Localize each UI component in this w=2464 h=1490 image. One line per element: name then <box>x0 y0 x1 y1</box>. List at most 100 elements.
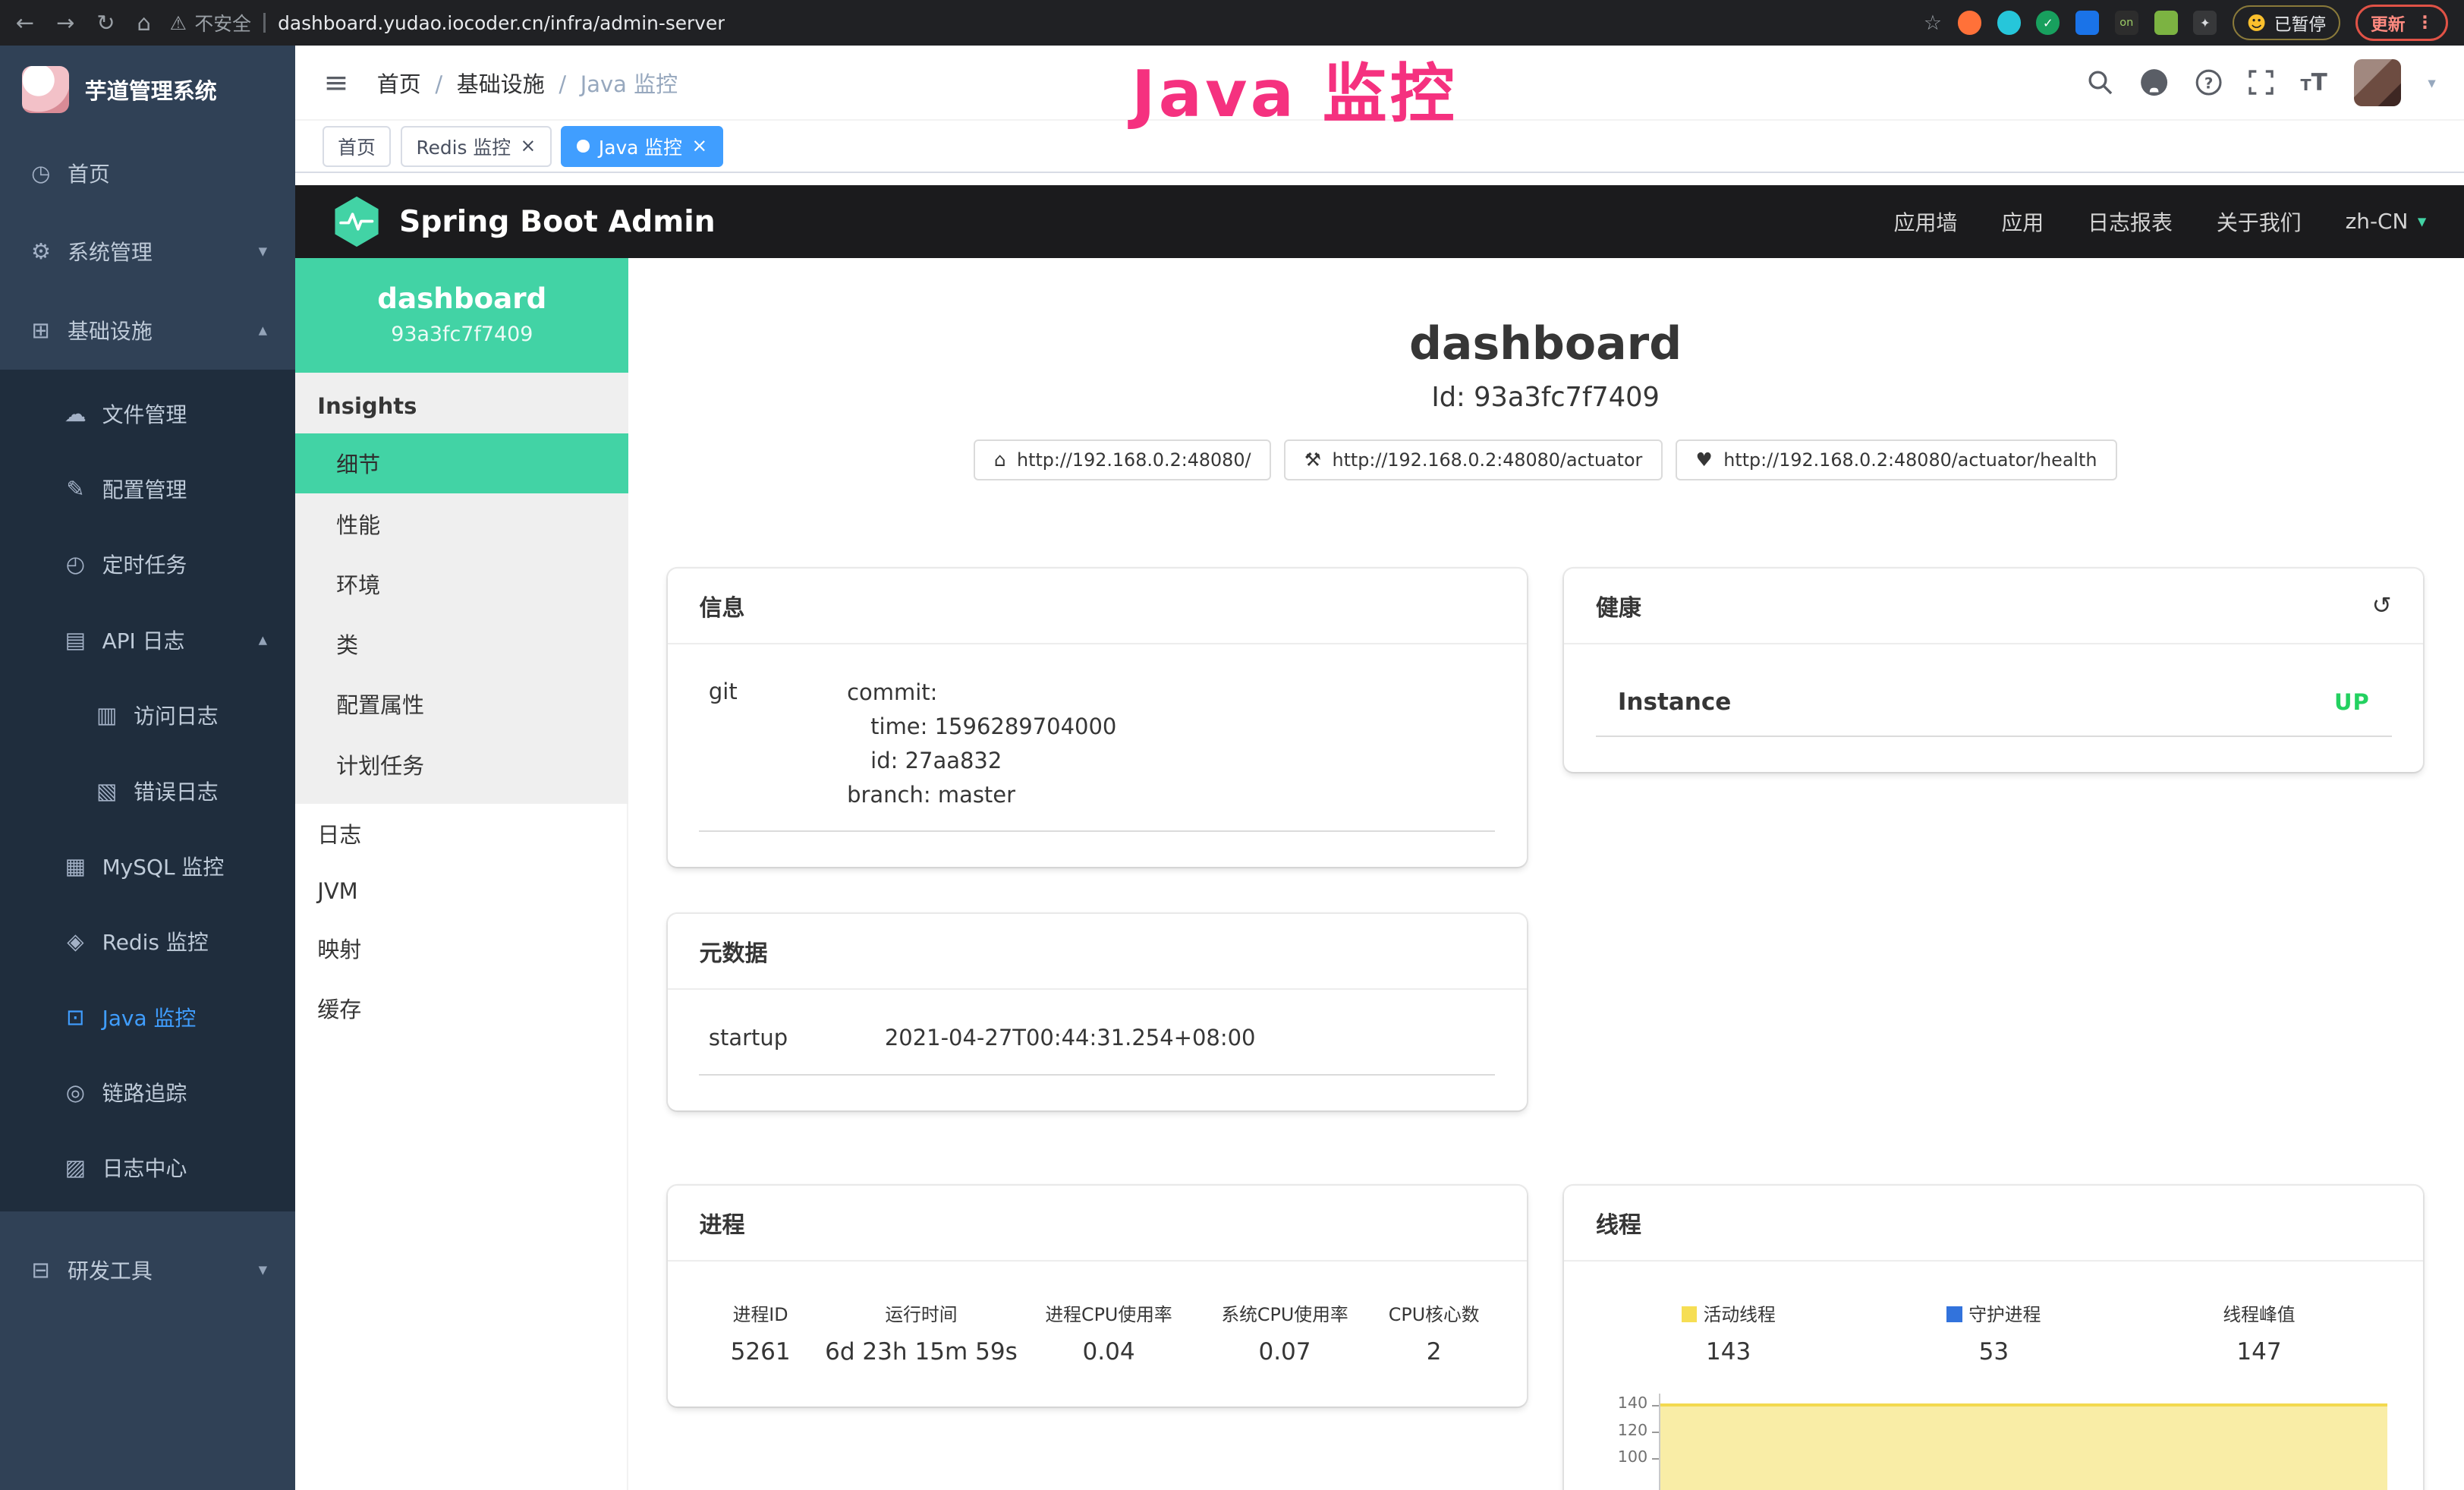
extension-icon-7[interactable]: ✦ <box>2193 11 2217 34</box>
sba-item-scheduled-tasks[interactable]: 计划任务 <box>295 734 628 794</box>
infrastructure-submenu: ☁ 文件管理 ✎ 配置管理 ◴ 定时任务 ▤ API 日志 ▴ ▥ <box>0 370 295 1212</box>
sba-item-classes[interactable]: 类 <box>295 613 628 673</box>
sba-item-environment[interactable]: 环境 <box>295 553 628 613</box>
help-icon[interactable]: ? <box>2195 69 2222 96</box>
process-uptime-value: 6d 23h 15m 59s <box>822 1329 1021 1372</box>
collapse-sidebar-icon[interactable]: ≡ <box>324 65 349 100</box>
home-icon[interactable]: ⌂ <box>137 10 151 36</box>
app-logo[interactable]: 芋道管理系统 <box>0 46 295 134</box>
github-icon[interactable] <box>2140 68 2168 96</box>
sidebar-item-config-mgmt[interactable]: ✎ 配置管理 <box>0 451 295 526</box>
back-icon[interactable]: ← <box>16 10 34 36</box>
health-url-button[interactable]: ♥ http://192.168.0.2:48080/actuator/heal… <box>1676 439 2118 480</box>
update-label: 更新 <box>2371 11 2406 36</box>
sba-item-details[interactable]: 细节 <box>295 433 628 493</box>
sidebar-item-file-mgmt[interactable]: ☁ 文件管理 <box>0 376 295 451</box>
sba-header: Spring Boot Admin 应用墙 应用 日志报表 关于我们 zh-CN… <box>295 185 2464 257</box>
sidebar-item-label: MySQL 监控 <box>102 851 225 881</box>
extension-icon-2[interactable] <box>1997 11 2021 34</box>
chevron-up-icon: ▴ <box>259 320 267 340</box>
breadcrumb-home[interactable]: 首页 <box>377 67 421 99</box>
peak-threads-value: 147 <box>2126 1329 2392 1372</box>
chevron-down-icon[interactable]: ▾ <box>2428 74 2435 92</box>
sidebar-item-label: 首页 <box>68 158 110 188</box>
sidebar-item-java-monitor[interactable]: ⊡ Java 监控 <box>0 979 295 1054</box>
tab-home[interactable]: 首页 <box>323 126 392 167</box>
sidebar-item-label: Redis 监控 <box>102 926 209 956</box>
metadata-card: 元数据 startup 2021-04-27T00:44:31.254+08:0… <box>668 914 1527 1110</box>
git-id-line: id: 27aa832 <box>847 744 1486 778</box>
history-icon[interactable]: ↺ <box>2372 592 2392 619</box>
sidebar-item-scheduled-tasks[interactable]: ◴ 定时任务 <box>0 527 295 602</box>
redis-icon: ◈ <box>63 928 88 954</box>
extension-icon-1[interactable] <box>1958 11 1981 34</box>
close-icon[interactable]: × <box>520 137 536 156</box>
url-text[interactable]: dashboard.yudao.iocoder.cn/infra/admin-s… <box>278 12 725 34</box>
sidebar-item-label: 文件管理 <box>102 398 187 429</box>
sba-nav-applications[interactable]: 应用 <box>2001 206 2044 237</box>
chevron-up-icon: ▴ <box>259 630 267 650</box>
breadcrumb-infrastructure[interactable]: 基础设施 <box>421 67 545 99</box>
service-url-button[interactable]: ⌂ http://192.168.0.2:48080/ <box>974 439 1271 480</box>
close-icon[interactable]: × <box>691 137 707 156</box>
sidebar-item-redis-monitor[interactable]: ◈ Redis 监控 <box>0 904 295 979</box>
sba-item-caches[interactable]: 缓存 <box>295 978 628 1038</box>
bookmark-star-icon[interactable]: ☆ <box>1924 11 1942 35</box>
process-pid-value: 5261 <box>699 1329 821 1372</box>
spring-boot-admin: Spring Boot Admin 应用墙 应用 日志报表 关于我们 zh-CN… <box>295 185 2464 1490</box>
sba-item-jvm[interactable]: JVM <box>295 864 628 918</box>
infrastructure-icon: ⊞ <box>28 317 53 343</box>
extension-icon-5[interactable]: on <box>2115 11 2138 34</box>
extension-icon-6[interactable] <box>2154 11 2178 34</box>
update-button[interactable]: 更新 ⋮ <box>2355 5 2448 40</box>
threads-card-title: 线程 <box>1564 1186 2423 1262</box>
sidebar-item-label: 定时任务 <box>102 549 187 579</box>
reload-icon[interactable]: ↻ <box>96 10 115 36</box>
log-center-icon: ▨ <box>63 1155 88 1180</box>
sidebar-item-infrastructure[interactable]: ⊞ 基础设施 ▴ <box>0 291 295 370</box>
sba-item-mappings[interactable]: 映射 <box>295 918 628 978</box>
sba-logo-icon[interactable] <box>333 197 380 247</box>
extension-icon-3[interactable]: ✓ <box>2036 11 2060 34</box>
kebab-menu-icon[interactable]: ⋮ <box>2416 13 2434 33</box>
sba-item-logs[interactable]: 日志 <box>295 804 628 864</box>
sidebar-item-error-logs[interactable]: ▧ 错误日志 <box>0 753 295 828</box>
dashboard-icon: ◷ <box>28 160 53 186</box>
sidebar-item-system-mgmt[interactable]: ⚙ 系统管理 ▾ <box>0 213 295 291</box>
sidebar-item-home[interactable]: ◷ 首页 <box>0 134 295 213</box>
live-threads-legend: 活动线程 <box>1596 1284 1861 1329</box>
sidebar-item-mysql-monitor[interactable]: ▦ MySQL 监控 <box>0 828 295 903</box>
sba-nav-journal[interactable]: 日志报表 <box>2088 206 2173 237</box>
font-size-icon[interactable]: TT <box>2301 69 2327 96</box>
sba-nav-about[interactable]: 关于我们 <box>2217 206 2302 237</box>
tab-redis-monitor[interactable]: Redis 监控 × <box>401 126 552 167</box>
threads-chart-plot <box>1659 1394 2392 1490</box>
chevron-down-icon: ▾ <box>2418 212 2426 232</box>
sba-language-select[interactable]: zh-CN ▾ <box>2346 209 2427 234</box>
paused-badge[interactable]: ☻ 已暂停 <box>2233 5 2340 39</box>
tools-icon: ⊟ <box>28 1257 53 1283</box>
extension-icon-4[interactable] <box>2075 11 2099 34</box>
sba-item-metrics[interactable]: 性能 <box>295 493 628 553</box>
sidebar-item-access-logs[interactable]: ▥ 访问日志 <box>0 677 295 752</box>
timer-icon: ◴ <box>63 551 88 577</box>
fullscreen-icon[interactable] <box>2248 70 2274 95</box>
chart-y-axis: 140 120 100 <box>1602 1394 1659 1490</box>
tab-java-monitor[interactable]: Java 监控 × <box>561 126 722 167</box>
search-icon[interactable] <box>2087 69 2113 96</box>
sba-brand-title[interactable]: Spring Boot Admin <box>399 204 716 239</box>
process-col-label: 运行时间 <box>822 1284 1021 1329</box>
forward-icon[interactable]: → <box>56 10 74 36</box>
avatar[interactable] <box>2354 59 2401 106</box>
sidebar-item-dev-tools[interactable]: ⊟ 研发工具 ▾ <box>0 1230 295 1309</box>
sba-nav-wallboard[interactable]: 应用墙 <box>1894 206 1958 237</box>
instance-label: Instance <box>1618 688 1732 716</box>
security-label[interactable]: 不安全 <box>194 9 251 36</box>
sba-item-config-props[interactable]: 配置属性 <box>295 674 628 734</box>
actuator-url-button[interactable]: ⚒ http://192.168.0.2:48080/actuator <box>1284 439 1663 480</box>
address-bar[interactable]: ⚠ 不安全 dashboard.yudao.iocoder.cn/infra/a… <box>170 9 1905 36</box>
daemon-threads-legend: 守护进程 <box>1861 1284 2127 1329</box>
sidebar-item-log-center[interactable]: ▨ 日志中心 <box>0 1130 295 1205</box>
sidebar-item-trace[interactable]: ◎ 链路追踪 <box>0 1054 295 1129</box>
sidebar-item-api-logs[interactable]: ▤ API 日志 ▴ <box>0 602 295 677</box>
